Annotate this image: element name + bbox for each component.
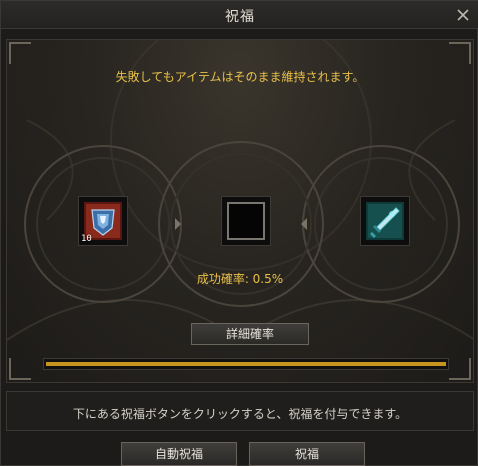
auto-bless-button[interactable]: 自動祝福 [121, 442, 237, 466]
success-rate: 成功確率: 0.5% [196, 272, 284, 286]
item-slot-left[interactable]: 10 [78, 196, 128, 246]
progress-fill [46, 362, 446, 366]
item-slot-right[interactable] [360, 196, 410, 246]
close-icon [457, 9, 469, 21]
notice-text: 失敗してもアイテムはそのまま維持されます。 [115, 70, 365, 84]
info-text: 下にある祝福ボタンをクリックすると、祝福を付与できます。 [72, 407, 408, 421]
bless-panel: 失敗してもアイテムはそのまま維持されます。 10 成功確率: 0.5% 詳細確率 [6, 39, 474, 383]
corner-ornament [9, 358, 31, 380]
empty-slot-icon [227, 202, 265, 240]
corner-ornament [449, 42, 471, 64]
detail-probability-button[interactable]: 詳細確率 [191, 323, 309, 345]
bless-button[interactable]: 祝福 [249, 442, 365, 466]
window-title: 祝福 [225, 9, 255, 25]
sword-weapon-icon [366, 202, 404, 240]
title-bar[interactable]: 祝福 [1, 1, 478, 29]
info-box: 下にある祝福ボタンをクリックすると、祝福を付与できます。 [6, 391, 474, 431]
bless-window: 祝福 失敗してもアイテムはそのまま維持されます。 10 成功確率: 0.5% 詳… [0, 0, 478, 466]
item-slot-center[interactable] [221, 196, 271, 246]
corner-ornament [9, 42, 31, 64]
progress-bar [43, 358, 449, 370]
corner-ornament [449, 358, 471, 380]
close-button[interactable] [453, 5, 473, 25]
stack-count: 10 [81, 234, 92, 244]
